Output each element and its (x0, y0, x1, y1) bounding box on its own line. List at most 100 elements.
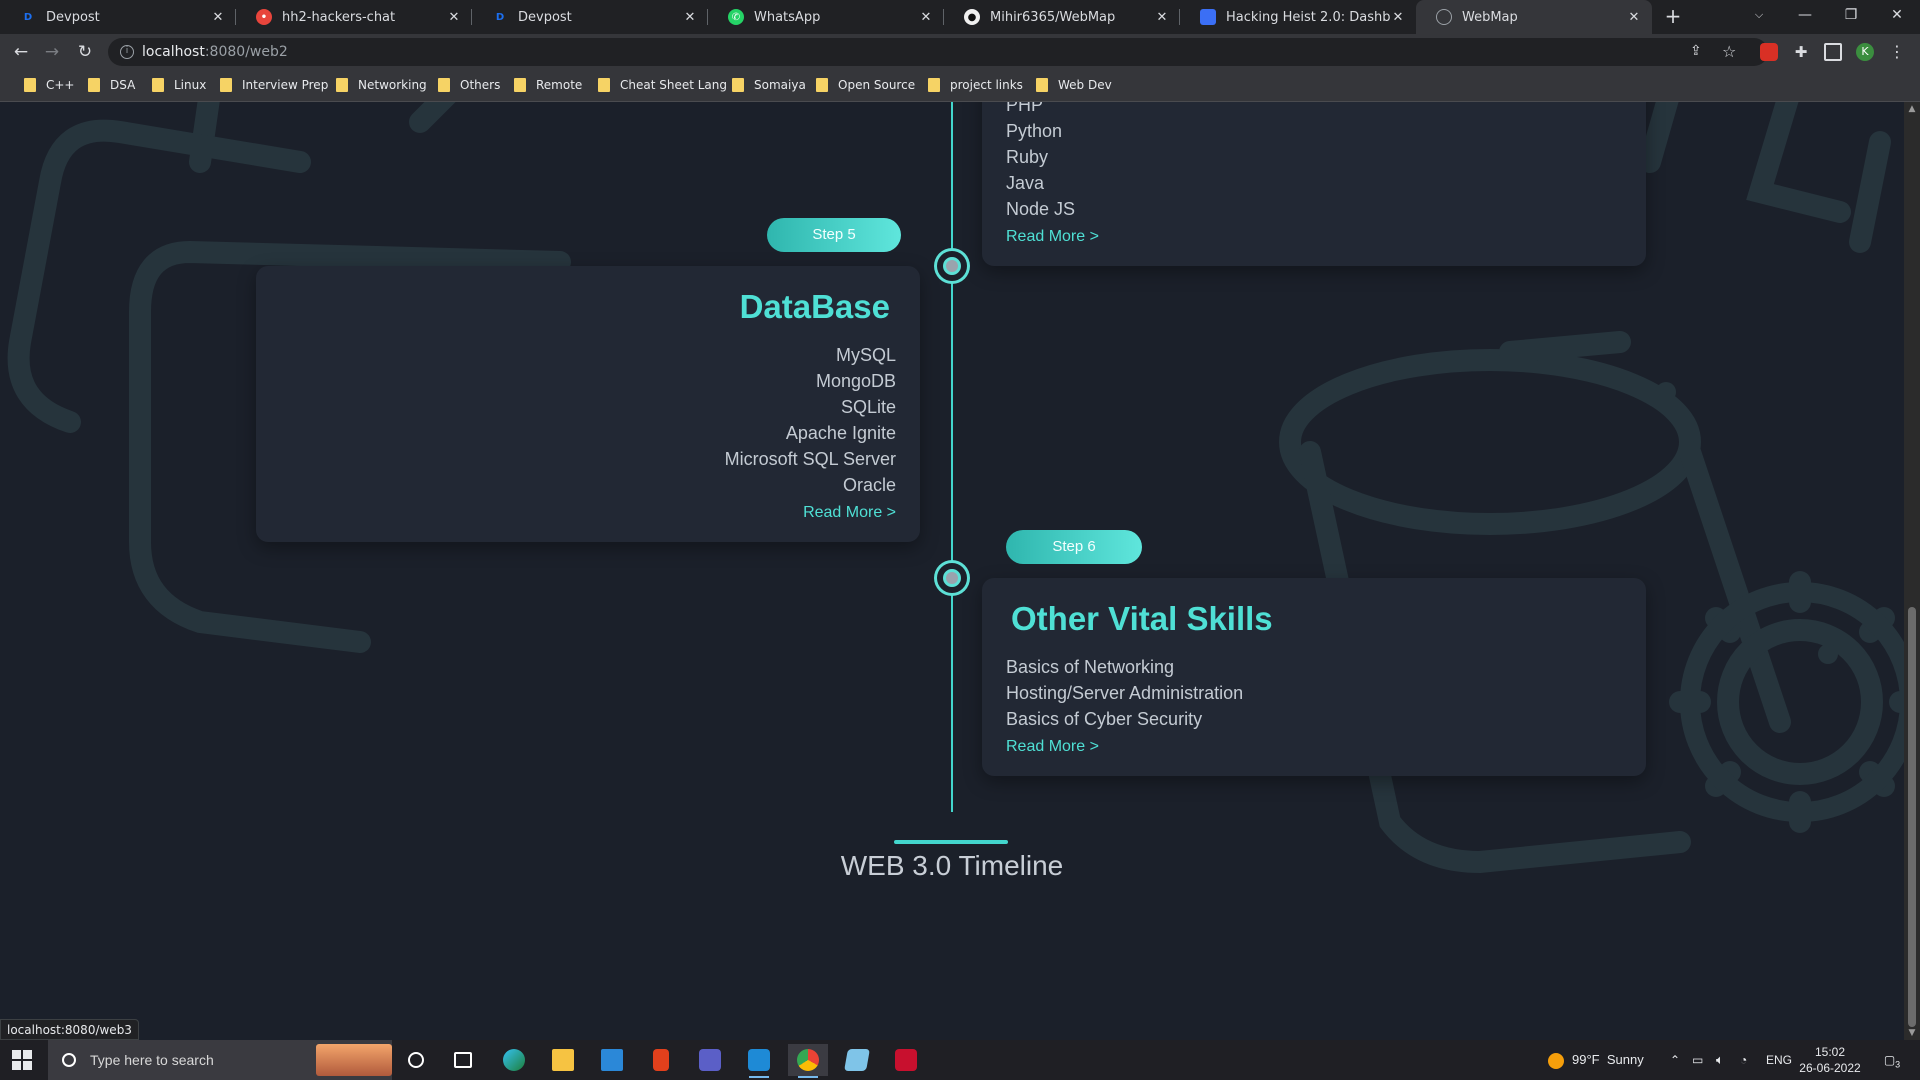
tab-devpost-2[interactable]: D Devpost ✕ (472, 0, 708, 34)
folder-icon (336, 78, 348, 92)
folder-icon (1036, 78, 1048, 92)
bookmark-folder[interactable]: C++ (24, 78, 75, 92)
restore-button[interactable]: ❐ (1828, 0, 1874, 30)
close-icon[interactable]: ✕ (210, 10, 226, 25)
notification-center-icon[interactable]: ▢3 (1876, 1040, 1908, 1080)
mcafee-icon[interactable] (886, 1044, 926, 1076)
list-item: Python (1006, 121, 1063, 141)
scroll-up-arrow-icon[interactable]: ▲ (1904, 102, 1920, 116)
windows-start-icon[interactable] (12, 1050, 32, 1070)
tab-webmap[interactable]: WebMap ✕ (1416, 0, 1652, 34)
weather-widget[interactable]: 99°F Sunny (1548, 1040, 1644, 1080)
bookmark-folder[interactable]: Interview Prep (220, 78, 328, 92)
bookmark-folder[interactable]: Cheat Sheet Lang (598, 78, 727, 92)
cortana-icon[interactable] (396, 1044, 436, 1076)
tab-search-button[interactable]: ⌵ (1736, 0, 1782, 30)
step-5-pill: Step 5 (767, 218, 901, 252)
mail-icon[interactable] (592, 1044, 632, 1076)
tab-github-webmap[interactable]: ● Mihir6365/WebMap ✕ (944, 0, 1180, 34)
reload-button[interactable]: ↻ (73, 40, 97, 64)
file-explorer-icon[interactable] (543, 1044, 583, 1076)
timeline-card-database: DataBase MySQL MongoDB SQLite Apache Ign… (256, 266, 920, 542)
page-scrollbar[interactable]: ▲ ▼ (1904, 102, 1920, 1040)
bookmark-folder[interactable]: Remote (514, 78, 582, 92)
bookmark-label: DSA (110, 78, 136, 92)
close-icon[interactable]: ✕ (918, 10, 934, 25)
info-icon[interactable]: i (120, 45, 134, 59)
address-url[interactable]: localhost:8080/web2 (142, 44, 288, 60)
close-icon[interactable]: ✕ (682, 10, 698, 25)
minimize-button[interactable]: — (1782, 0, 1828, 30)
new-tab-button[interactable]: + (1660, 4, 1686, 30)
close-window-button[interactable]: ✕ (1874, 0, 1920, 30)
taskbar-search[interactable]: Type here to search (48, 1040, 392, 1080)
card-title: DataBase (739, 288, 890, 325)
wifi-icon[interactable]: ◔ (1740, 1040, 1747, 1080)
github-icon: ● (964, 9, 980, 25)
search-highlight-image (316, 1044, 392, 1076)
close-icon[interactable]: ✕ (1626, 10, 1642, 25)
task-view-icon[interactable] (443, 1044, 483, 1076)
profile-avatar[interactable]: K (1856, 43, 1874, 61)
tab-hacking-heist[interactable]: Hacking Heist 2.0: Dashboard | D ✕ (1180, 0, 1416, 34)
address-bar[interactable]: i localhost:8080/web2 ⇪ ☆ (108, 38, 1768, 66)
url-host: localhost (142, 44, 205, 60)
list-item: Basics of Networking (1006, 657, 1175, 677)
bookmark-folder[interactable]: Linux (152, 78, 206, 92)
language-indicator[interactable]: ENG (1766, 1040, 1792, 1080)
folder-icon (928, 78, 940, 92)
notepad-icon[interactable] (837, 1044, 877, 1076)
list-item: Ruby (1006, 147, 1049, 167)
list-item: SQLite (840, 397, 896, 417)
clock-time: 15:02 (1814, 1045, 1846, 1059)
list-item: MySQL (835, 345, 896, 365)
share-icon[interactable]: ⇪ (1690, 43, 1708, 61)
read-more-link[interactable]: Read More > (1006, 734, 1099, 760)
scrollbar-thumb[interactable] (1908, 607, 1916, 1027)
forward-button[interactable]: → (40, 40, 64, 64)
tab-title: WhatsApp (754, 9, 821, 25)
bookmark-folder[interactable]: Others (438, 78, 500, 92)
devpost-icon: D (23, 11, 33, 23)
edge-icon[interactable] (494, 1044, 534, 1076)
tab-whatsapp[interactable]: ✆ WhatsApp ✕ (708, 0, 944, 34)
tab-title: Mihir6365/WebMap (990, 9, 1116, 25)
close-icon[interactable]: ✕ (1390, 10, 1406, 25)
tab-devpost-1[interactable]: D Devpost ✕ (0, 0, 236, 34)
kebab-menu-icon[interactable]: ⋮ (1888, 43, 1906, 61)
tab-hackers-chat[interactable]: • hh2-hackers-chat ✕ (236, 0, 472, 34)
scroll-down-arrow-icon[interactable]: ▼ (1904, 1026, 1920, 1040)
chrome-icon[interactable] (788, 1044, 828, 1078)
taskbar-clock[interactable]: 15:02 26-06-2022 (1794, 1044, 1866, 1076)
card-items: MySQL MongoDB SQLite Apache Ignite Micro… (725, 342, 896, 526)
next-timeline-link[interactable]: WEB 3.0 Timeline (0, 850, 1904, 882)
card-items: Basics of Networking Hosting/Server Admi… (1006, 654, 1243, 760)
bookmark-folder[interactable]: Somaiya (732, 78, 806, 92)
bookmark-folder[interactable]: Web Dev (1036, 78, 1112, 92)
battery-icon[interactable]: ▭ (1692, 1040, 1703, 1080)
bookmark-label: Linux (174, 78, 207, 92)
extension-icon[interactable] (1760, 43, 1778, 61)
card-title: Other Vital Skills (1011, 600, 1273, 637)
chevron-up-icon[interactable]: ⌃ (1670, 1040, 1680, 1080)
read-more-link[interactable]: Read More > (1006, 224, 1099, 250)
close-icon[interactable]: ✕ (446, 10, 462, 25)
office-icon[interactable] (641, 1044, 681, 1076)
teams-icon[interactable] (690, 1044, 730, 1076)
bookmark-label: Open Source (838, 78, 916, 92)
side-panel-icon[interactable] (1824, 43, 1842, 61)
vscode-icon[interactable] (739, 1044, 779, 1078)
back-button[interactable]: ← (9, 40, 33, 64)
list-item: PHP (1006, 102, 1044, 115)
bookmark-star-icon[interactable]: ☆ (1722, 42, 1740, 61)
bookmark-folder[interactable]: Networking (336, 78, 427, 92)
windows-taskbar: Type here to search 99°F Sunny ⌃ ▭ 🔈︎ ◔ … (0, 1040, 1920, 1080)
extensions-puzzle-icon[interactable]: ✚ (1792, 43, 1810, 61)
timeline-dot-step5 (937, 251, 967, 281)
bookmark-folder[interactable]: DSA (88, 78, 135, 92)
close-icon[interactable]: ✕ (1154, 10, 1170, 25)
bookmark-folder[interactable]: Open Source (816, 78, 915, 92)
bookmark-folder[interactable]: project links (928, 78, 1023, 92)
read-more-link[interactable]: Read More > (803, 500, 896, 526)
volume-icon[interactable]: 🔈︎ (1716, 1040, 1724, 1080)
